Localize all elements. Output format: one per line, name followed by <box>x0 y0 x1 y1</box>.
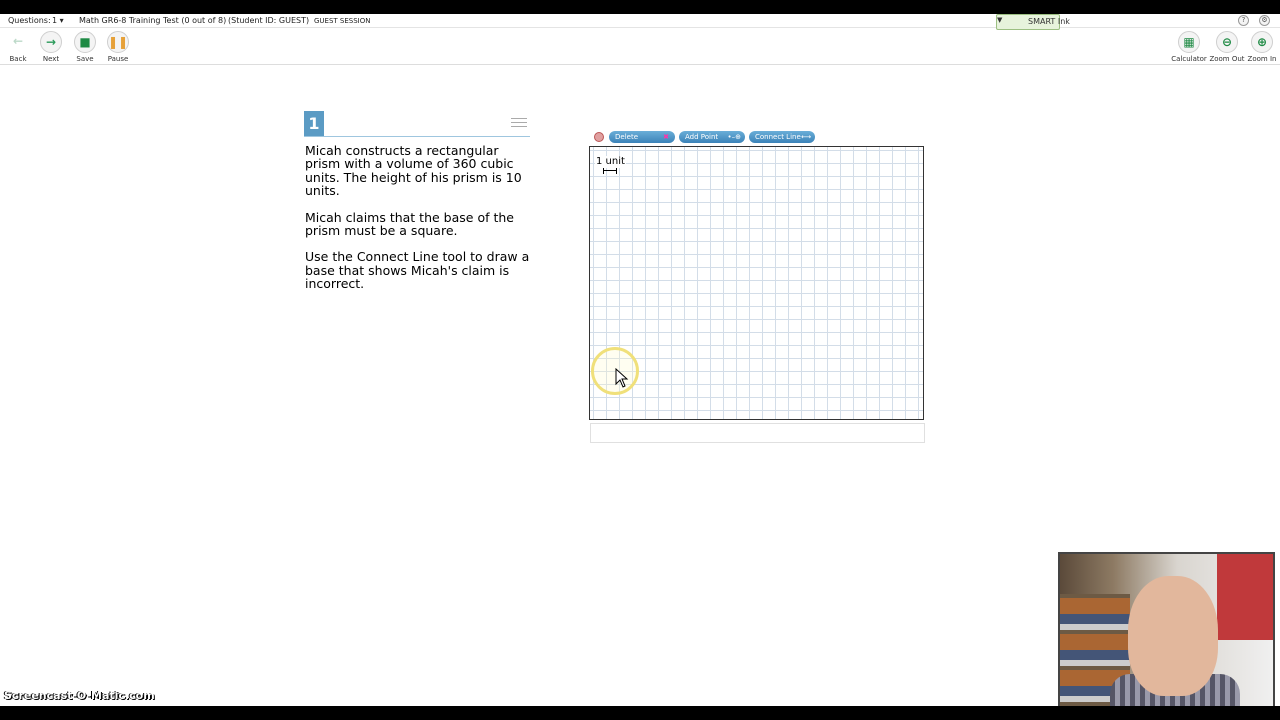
question-number: 1 <box>304 111 324 137</box>
line-icon: ⟷ <box>800 133 811 141</box>
calculator-button[interactable]: ▦ Calculator <box>1169 31 1209 63</box>
person-face-image <box>1128 576 1218 696</box>
session-label: GUEST SESSION <box>314 17 371 25</box>
arrow-left-icon: ← <box>12 34 24 48</box>
question-paragraph: Use the Connect Line tool to draw a base… <box>305 249 530 292</box>
arrow-right-icon: → <box>40 31 62 53</box>
pause-label: Pause <box>107 55 129 63</box>
zoom-out-button[interactable]: ⊖ Zoom Out <box>1207 31 1247 63</box>
calculator-label: Calculator <box>1171 55 1207 63</box>
add-point-label: Add Point <box>685 133 719 141</box>
delete-button[interactable]: Delete ✖ <box>609 131 675 143</box>
questions-label: Questions: <box>8 16 51 25</box>
mouse-pointer-icon <box>615 368 629 388</box>
smart-ink-toggle[interactable]: SMART Ink ▼ <box>996 14 1070 30</box>
test-title: Math GR6-8 Training Test (0 out of 8) <box>79 16 227 25</box>
zoom-in-button[interactable]: ⊕ Zoom In <box>1242 31 1280 63</box>
point-icon: •–⊕ <box>727 133 742 141</box>
zoom-in-icon: ⊕ <box>1251 31 1273 53</box>
reset-icon[interactable] <box>594 132 604 142</box>
unit-label: 1 unit <box>595 156 626 168</box>
question-text: Micah constructs a rectangular prism wit… <box>305 144 535 304</box>
zoom-out-label: Zoom Out <box>1209 55 1245 63</box>
question-select[interactable]: 1 ▾ <box>52 16 72 28</box>
watermark: Screencast-O-Matic.com <box>4 689 155 702</box>
question-paragraph: Micah constructs a rectangular prism wit… <box>305 143 522 199</box>
question-divider <box>304 136 530 137</box>
menu-icon[interactable] <box>511 118 527 128</box>
test-window: Questions: 1 ▾ Math GR6-8 Training Test … <box>0 14 1280 706</box>
close-icon: ✖ <box>663 133 669 141</box>
pause-button[interactable]: ❚❚ Pause <box>98 31 138 63</box>
help-icon[interactable]: ? <box>1238 15 1249 26</box>
question-select-value: 1 <box>52 16 58 25</box>
zoom-out-icon: ⊖ <box>1216 31 1238 53</box>
toolbar: ← Back → Next ■ Save ❚❚ Pause ▦ Calculat… <box>0 29 1280 65</box>
settings-icon[interactable]: ⚙ <box>1259 15 1270 26</box>
save-icon: ■ <box>74 31 96 53</box>
answer-area <box>590 423 925 443</box>
chevron-down-icon: ▼ <box>997 16 1003 24</box>
smart-ink-label: SMART Ink <box>1028 17 1070 26</box>
pause-icon: ❚❚ <box>107 31 129 53</box>
question-paragraph: Micah claims that the base of the prism … <box>305 209 514 239</box>
delete-label: Delete <box>615 133 638 141</box>
graph-grid[interactable]: 1 unit <box>589 146 924 420</box>
poster-image <box>1217 554 1273 640</box>
info-bar: Questions: 1 ▾ Math GR6-8 Training Test … <box>0 14 1280 30</box>
zoom-in-label: Zoom In <box>1247 55 1277 63</box>
webcam-overlay <box>1058 552 1275 706</box>
unit-scale-bar <box>603 168 617 174</box>
student-id: (Student ID: GUEST) <box>228 16 310 25</box>
connect-line-label: Connect Line <box>755 133 801 141</box>
connect-line-button[interactable]: Connect Line ⟷ <box>749 131 815 143</box>
add-point-button[interactable]: Add Point •–⊕ <box>679 131 745 143</box>
calculator-icon: ▦ <box>1178 31 1200 53</box>
